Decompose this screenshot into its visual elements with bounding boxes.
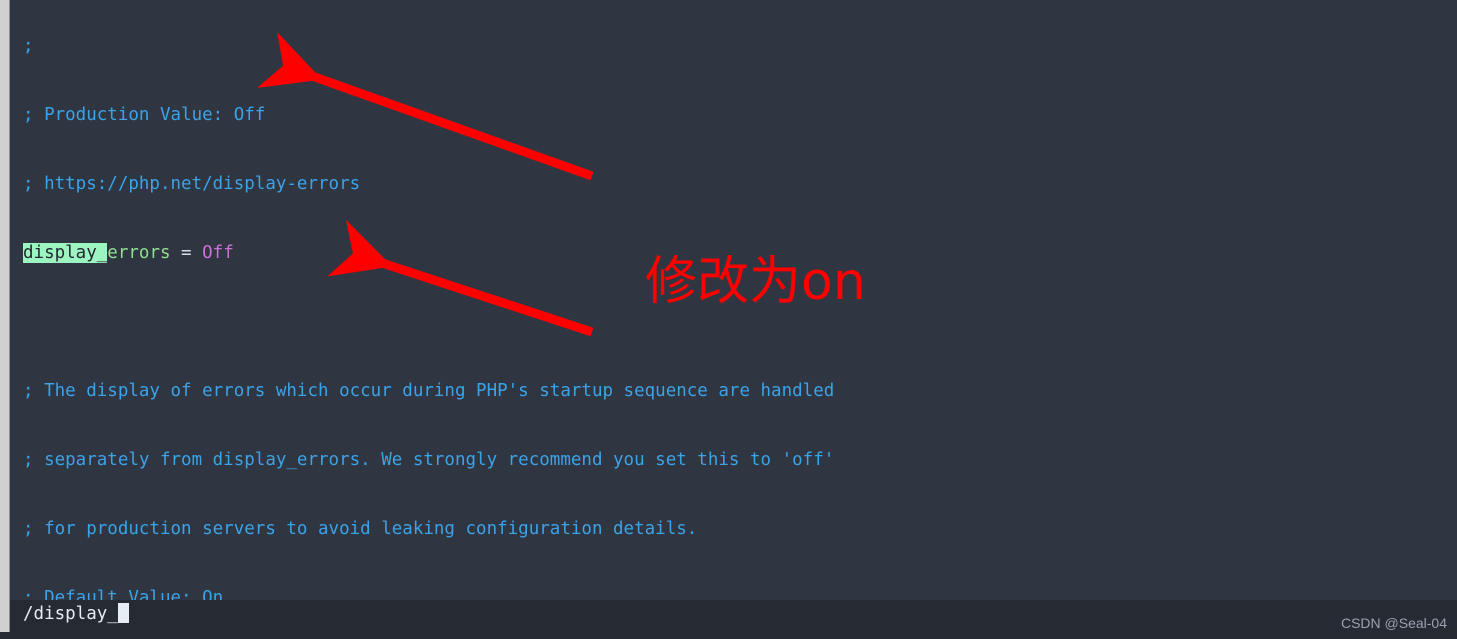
text-cursor (117, 603, 129, 623)
setting-value: Off (202, 243, 234, 263)
terminal-line: ; Default Value: On (23, 588, 224, 600)
terminal-line: ; https://php.net/display-errors (23, 174, 361, 194)
search-match-highlight: display_ (23, 243, 108, 263)
terminal-line: ; separately from display_errors. We str… (23, 450, 835, 470)
terminal-line: ; The display of errors which occur duri… (23, 381, 835, 401)
terminal-status-strip (0, 600, 1457, 639)
screenshot-root: XSS (Stored) CSP Bypass JavaScript Open … (0, 0, 1457, 639)
terminal-line-display-errors: display_errors = Off (23, 242, 855, 265)
terminal-line: ; for production servers to avoid leakin… (23, 519, 698, 539)
setting-key: errors (107, 243, 171, 263)
equals-sign: = (170, 243, 203, 263)
search-command-text: /display_ (23, 604, 118, 624)
terminal-left-scrollbar[interactable] (0, 0, 10, 600)
terminal-line-list: ; ; Production Value: Off ; https://php.… (23, 0, 855, 600)
terminal-text-area[interactable]: ; ; Production Value: Off ; https://php.… (17, 0, 1457, 600)
terminal-window[interactable]: ; ; Production Value: Off ; https://php.… (0, 0, 1457, 639)
terminal-scroll-gutter (10, 0, 17, 600)
csdn-watermark: CSDN @Seal-04 (1340, 615, 1447, 631)
terminal-line: ; Production Value: Off (23, 105, 266, 125)
terminal-search-command-line[interactable]: /display_ (23, 603, 129, 624)
terminal-line: ; (23, 36, 45, 56)
terminal-bottom-left-edge (0, 600, 10, 632)
